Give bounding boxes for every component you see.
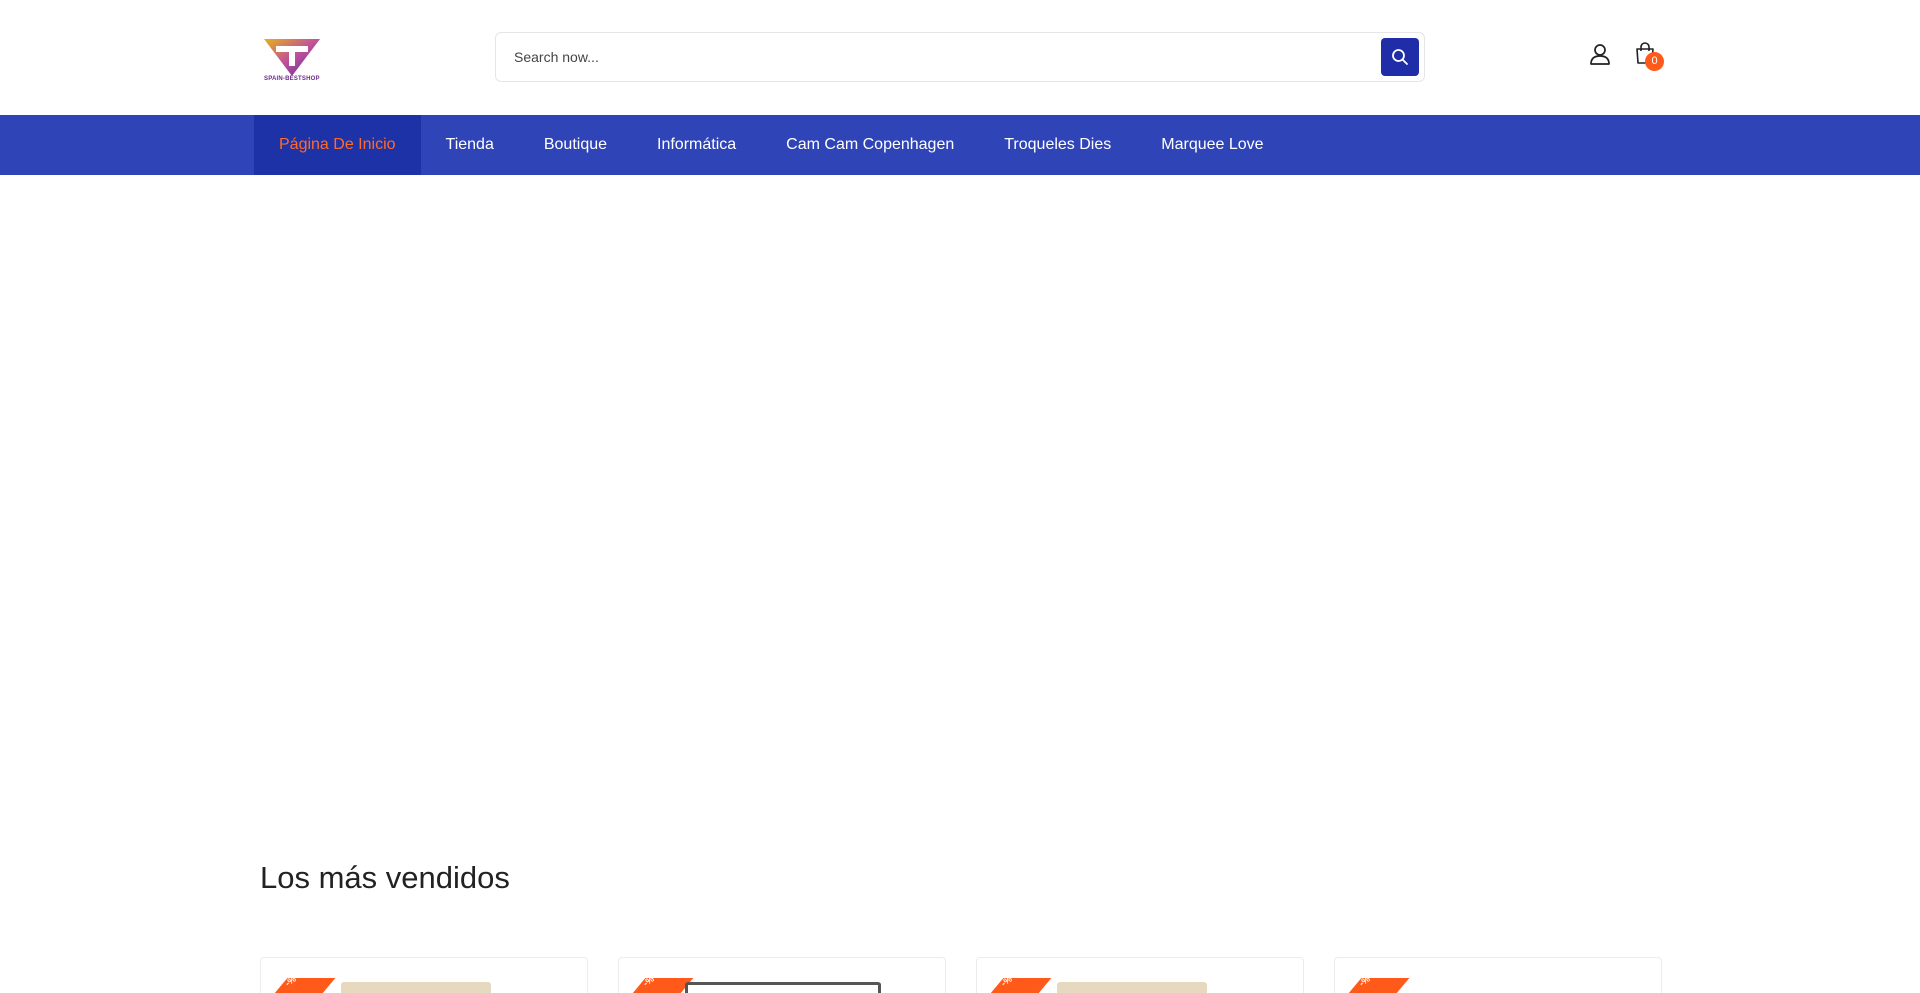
cart-count-badge: 0 [1645,52,1664,71]
search-button[interactable] [1381,38,1419,76]
nav-item-home[interactable]: Página De Inicio [254,115,421,175]
account-button[interactable] [1588,42,1612,66]
discount-ribbon [1344,978,1410,993]
nav-item-cam-cam-copenhagen[interactable]: Cam Cam Copenhagen [761,115,979,175]
main-navigation: Página De Inicio Tienda Boutique Informá… [0,115,1920,175]
product-grid: -% -% -% -% [260,957,1662,993]
shop-logo[interactable]: SPAIN-BESTSHOP [262,36,324,86]
logo-text: SPAIN-BESTSHOP [264,76,320,82]
discount-ribbon [270,978,336,993]
nav-item-troqueles-dies[interactable]: Troqueles Dies [979,115,1136,175]
product-card[interactable]: -% [618,957,946,993]
nav-item-tienda[interactable]: Tienda [421,115,519,175]
product-image[interactable] [1057,982,1207,993]
product-card[interactable]: -% [260,957,588,993]
logo-mark-icon [264,39,320,76]
bestsellers-title: Los más vendidos [260,860,510,895]
product-image[interactable] [341,982,491,993]
product-card[interactable]: -% [1334,957,1662,993]
search-icon [1392,49,1408,65]
product-image[interactable] [685,982,881,993]
nav-item-informatica[interactable]: Informática [632,115,761,175]
search-input[interactable] [514,33,1334,81]
nav-item-marquee-love[interactable]: Marquee Love [1136,115,1288,175]
nav-item-boutique[interactable]: Boutique [519,115,632,175]
site-header: SPAIN-BESTSHOP 0 [0,0,1920,115]
user-icon [1590,44,1610,65]
discount-ribbon [628,978,694,993]
product-card[interactable]: -% [976,957,1304,993]
search-bar [495,32,1425,82]
discount-ribbon [986,978,1052,993]
cart-button[interactable]: 0 [1634,42,1664,72]
